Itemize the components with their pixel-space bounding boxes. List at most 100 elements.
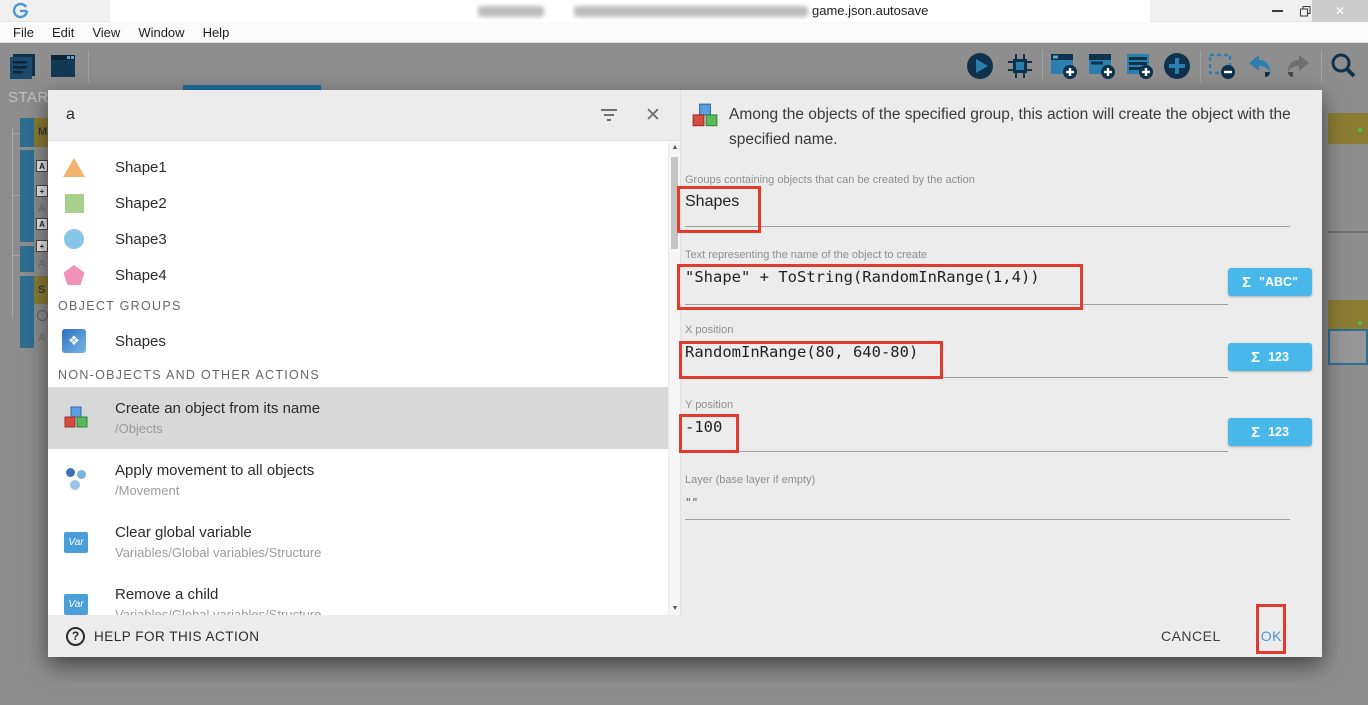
list-item-action-remove-child[interactable]: Var Remove a child Variables/Global vari…	[48, 573, 680, 615]
timer-icon	[37, 310, 48, 321]
filter-icon[interactable]	[596, 102, 622, 128]
list-item-action-clear-variable[interactable]: Var Clear global variable Variables/Glob…	[48, 511, 680, 573]
expression-editor-button-abc[interactable]: Σ "ABC"	[1228, 268, 1312, 296]
y-position-expression[interactable]: -100	[685, 418, 1228, 436]
gdevelop-window: game.json.autosave ✕ File Edit View Wind…	[0, 0, 1368, 705]
expression-editor-button-123[interactable]: Σ 123	[1228, 418, 1312, 446]
group-field-value[interactable]: Shapes	[685, 193, 1290, 211]
event-divider	[1328, 231, 1368, 233]
field-group[interactable]: Groups containing objects that can be cr…	[685, 174, 1290, 227]
section-non-objects: NON-OBJECTS AND OTHER ACTIONS	[48, 363, 680, 387]
help-icon: ?	[66, 627, 85, 646]
create-object-icon	[691, 102, 719, 130]
action-path: Variables/Global variables/Structure	[115, 607, 321, 615]
object-label: Shape1	[115, 159, 167, 176]
list-item-object[interactable]: Shape2	[48, 185, 680, 221]
list-item-action-create-object[interactable]: Create an object from its name /Objects	[48, 387, 680, 449]
toolbar-separator	[88, 50, 89, 82]
add-more-icon[interactable]	[1160, 49, 1194, 83]
list-item-object[interactable]: Shape4	[48, 257, 680, 293]
toolbar-separator	[1200, 50, 1201, 82]
field-layer[interactable]: Layer (base layer if empty) ""	[685, 474, 1290, 520]
toolbar-separator	[1321, 50, 1322, 82]
list-item-action-apply-movement[interactable]: Apply movement to all objects /Movement	[48, 449, 680, 511]
circle-icon	[62, 227, 86, 251]
square-icon	[62, 191, 86, 215]
gdevelop-logo-icon	[12, 2, 30, 20]
cancel-button[interactable]: CANCEL	[1161, 628, 1221, 644]
scroll-up-icon[interactable]: ▲	[669, 144, 680, 151]
action-parameters-panel: Among the objects of the specified group…	[680, 90, 1322, 615]
section-object-groups: OBJECT GROUPS	[48, 293, 680, 319]
delete-event-icon[interactable]	[1205, 49, 1239, 83]
selected-event-box	[1328, 329, 1368, 365]
field-x-position[interactable]: X position RandomInRange(80, 640-80)	[685, 324, 1228, 378]
menu-view[interactable]: View	[83, 22, 129, 43]
expression-editor-button-123[interactable]: Σ 123	[1228, 343, 1312, 371]
menubar: File Edit View Window Help	[0, 22, 1368, 43]
action-title: Clear global variable	[115, 524, 321, 541]
x-position-expression[interactable]: RandomInRange(80, 640-80)	[685, 343, 1228, 361]
scene-editor-icon[interactable]	[46, 49, 80, 83]
field-label: Layer (base layer if empty)	[685, 474, 1290, 486]
search-bar: ✕	[48, 90, 680, 140]
scroll-down-icon[interactable]: ▼	[669, 605, 680, 612]
menu-window[interactable]: Window	[129, 22, 193, 43]
add-subevent-icon[interactable]	[1085, 49, 1119, 83]
action-title: Apply movement to all objects	[115, 462, 314, 479]
close-button[interactable]: ✕	[1312, 0, 1368, 22]
add-action-text: A	[38, 332, 45, 344]
play-icon[interactable]	[963, 49, 997, 83]
search-icon[interactable]	[1326, 49, 1360, 83]
minimize-icon	[1272, 10, 1283, 12]
event-header	[1328, 300, 1368, 329]
object-label: Shape2	[115, 195, 167, 212]
add-action-text: A	[38, 203, 45, 215]
redo-icon[interactable]	[1281, 49, 1315, 83]
add-comment-icon[interactable]	[1123, 49, 1157, 83]
dialog-footer: ? HELP FOR THIS ACTION CANCEL OK	[48, 615, 1322, 657]
minimize-button[interactable]	[1262, 0, 1292, 22]
sigma-icon: Σ	[1251, 349, 1260, 366]
project-manager-icon[interactable]	[6, 49, 40, 83]
list-item-group[interactable]: ❖ Shapes	[48, 319, 680, 363]
object-name-expression[interactable]: "Shape" + ToString(RandomInRange(1,4))	[685, 268, 1228, 286]
title-tab: game.json.autosave	[110, 0, 1150, 22]
action-title: Create an object from its name	[115, 400, 320, 417]
ok-button[interactable]: OK	[1261, 628, 1282, 644]
apply-movement-icon	[62, 466, 90, 494]
field-object-name[interactable]: Text representing the name of the object…	[685, 249, 1228, 305]
event-row-edge	[20, 150, 34, 242]
help-label: HELP FOR THIS ACTION	[94, 629, 260, 644]
list-item-object[interactable]: Shape1	[48, 149, 680, 185]
menu-help[interactable]: Help	[194, 22, 239, 43]
green-dot	[1358, 321, 1362, 325]
field-label: Groups containing objects that can be cr…	[685, 174, 1290, 186]
menu-file[interactable]: File	[4, 22, 43, 43]
search-input[interactable]	[66, 106, 596, 124]
list-item-object[interactable]: Shape3	[48, 221, 680, 257]
help-for-this-action-button[interactable]: ? HELP FOR THIS ACTION	[66, 627, 260, 646]
action-type-icon: +	[36, 185, 48, 197]
sigma-icon: Σ	[1242, 274, 1251, 291]
scrollbar-thumb[interactable]	[671, 157, 678, 249]
redacted-title-segment	[478, 6, 544, 17]
list-scrollbar[interactable]: ▲ ▼	[668, 141, 680, 615]
events-tree-stub	[12, 133, 20, 134]
event-header-letter: S	[38, 284, 45, 296]
close-icon: ✕	[1335, 4, 1345, 18]
dialog-close-icon[interactable]: ✕	[640, 102, 666, 128]
toolbar-separator	[1042, 50, 1043, 82]
sigma-icon: Σ	[1251, 424, 1260, 441]
instruction-list-panel: ✕ Shape1 Shape2 Sha	[48, 90, 680, 615]
events-tree-line	[12, 128, 13, 318]
undo-icon[interactable]	[1243, 49, 1277, 83]
field-y-position[interactable]: Y position -100	[685, 399, 1228, 452]
debug-icon[interactable]	[1003, 49, 1037, 83]
add-event-icon[interactable]	[1047, 49, 1081, 83]
menu-edit[interactable]: Edit	[43, 22, 83, 43]
layer-field-value[interactable]: ""	[685, 496, 1290, 509]
action-type-icon: A	[36, 218, 48, 230]
action-path: Variables/Global variables/Structure	[115, 545, 321, 560]
group-icon: ❖	[62, 329, 86, 353]
